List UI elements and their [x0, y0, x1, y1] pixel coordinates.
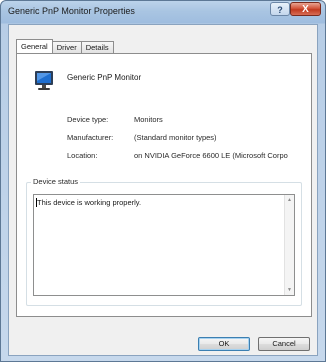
- general-tab-panel: Generic PnP Monitor Device type: Monitor…: [16, 53, 312, 317]
- device-name: Generic PnP Monitor: [67, 73, 142, 82]
- tab-general[interactable]: General: [16, 39, 53, 53]
- location-label: Location:: [67, 151, 98, 160]
- device-status-group: Device status This device is working pro…: [26, 177, 302, 306]
- scroll-down-arrow-icon[interactable]: ▼: [285, 285, 294, 295]
- device-type-label: Device type:: [67, 115, 109, 124]
- status-scrollbar[interactable]: ▲ ▼: [284, 195, 294, 295]
- help-button[interactable]: ?: [270, 2, 290, 16]
- device-status-text: This device is working properly.: [37, 198, 142, 207]
- scroll-up-arrow-icon[interactable]: ▲: [285, 195, 294, 205]
- dialog-client-area: General Driver Details Generic PnP Monit…: [8, 24, 318, 356]
- ok-button[interactable]: OK: [198, 337, 250, 351]
- tab-strip: General Driver Details: [16, 39, 114, 53]
- close-button[interactable]: X: [290, 2, 321, 16]
- tab-driver[interactable]: Driver: [51, 41, 82, 53]
- manufacturer-label: Manufacturer:: [67, 133, 114, 142]
- tab-details[interactable]: Details: [80, 41, 114, 53]
- title-bar[interactable]: Generic PnP Monitor Properties ? X: [1, 1, 325, 23]
- manufacturer-value: (Standard monitor types): [134, 133, 217, 142]
- properties-dialog: Generic PnP Monitor Properties ? X Gener…: [0, 0, 326, 362]
- device-status-legend: Device status: [31, 177, 81, 186]
- device-type-value: Monitors: [134, 115, 163, 124]
- cancel-button[interactable]: Cancel: [258, 337, 310, 351]
- device-status-textbox[interactable]: This device is working properly. ▲ ▼: [33, 194, 295, 296]
- window-title: Generic PnP Monitor Properties: [8, 6, 135, 16]
- location-value: on NVIDIA GeForce 6600 LE (Microsoft Cor…: [134, 151, 288, 160]
- monitor-icon: [35, 71, 53, 90]
